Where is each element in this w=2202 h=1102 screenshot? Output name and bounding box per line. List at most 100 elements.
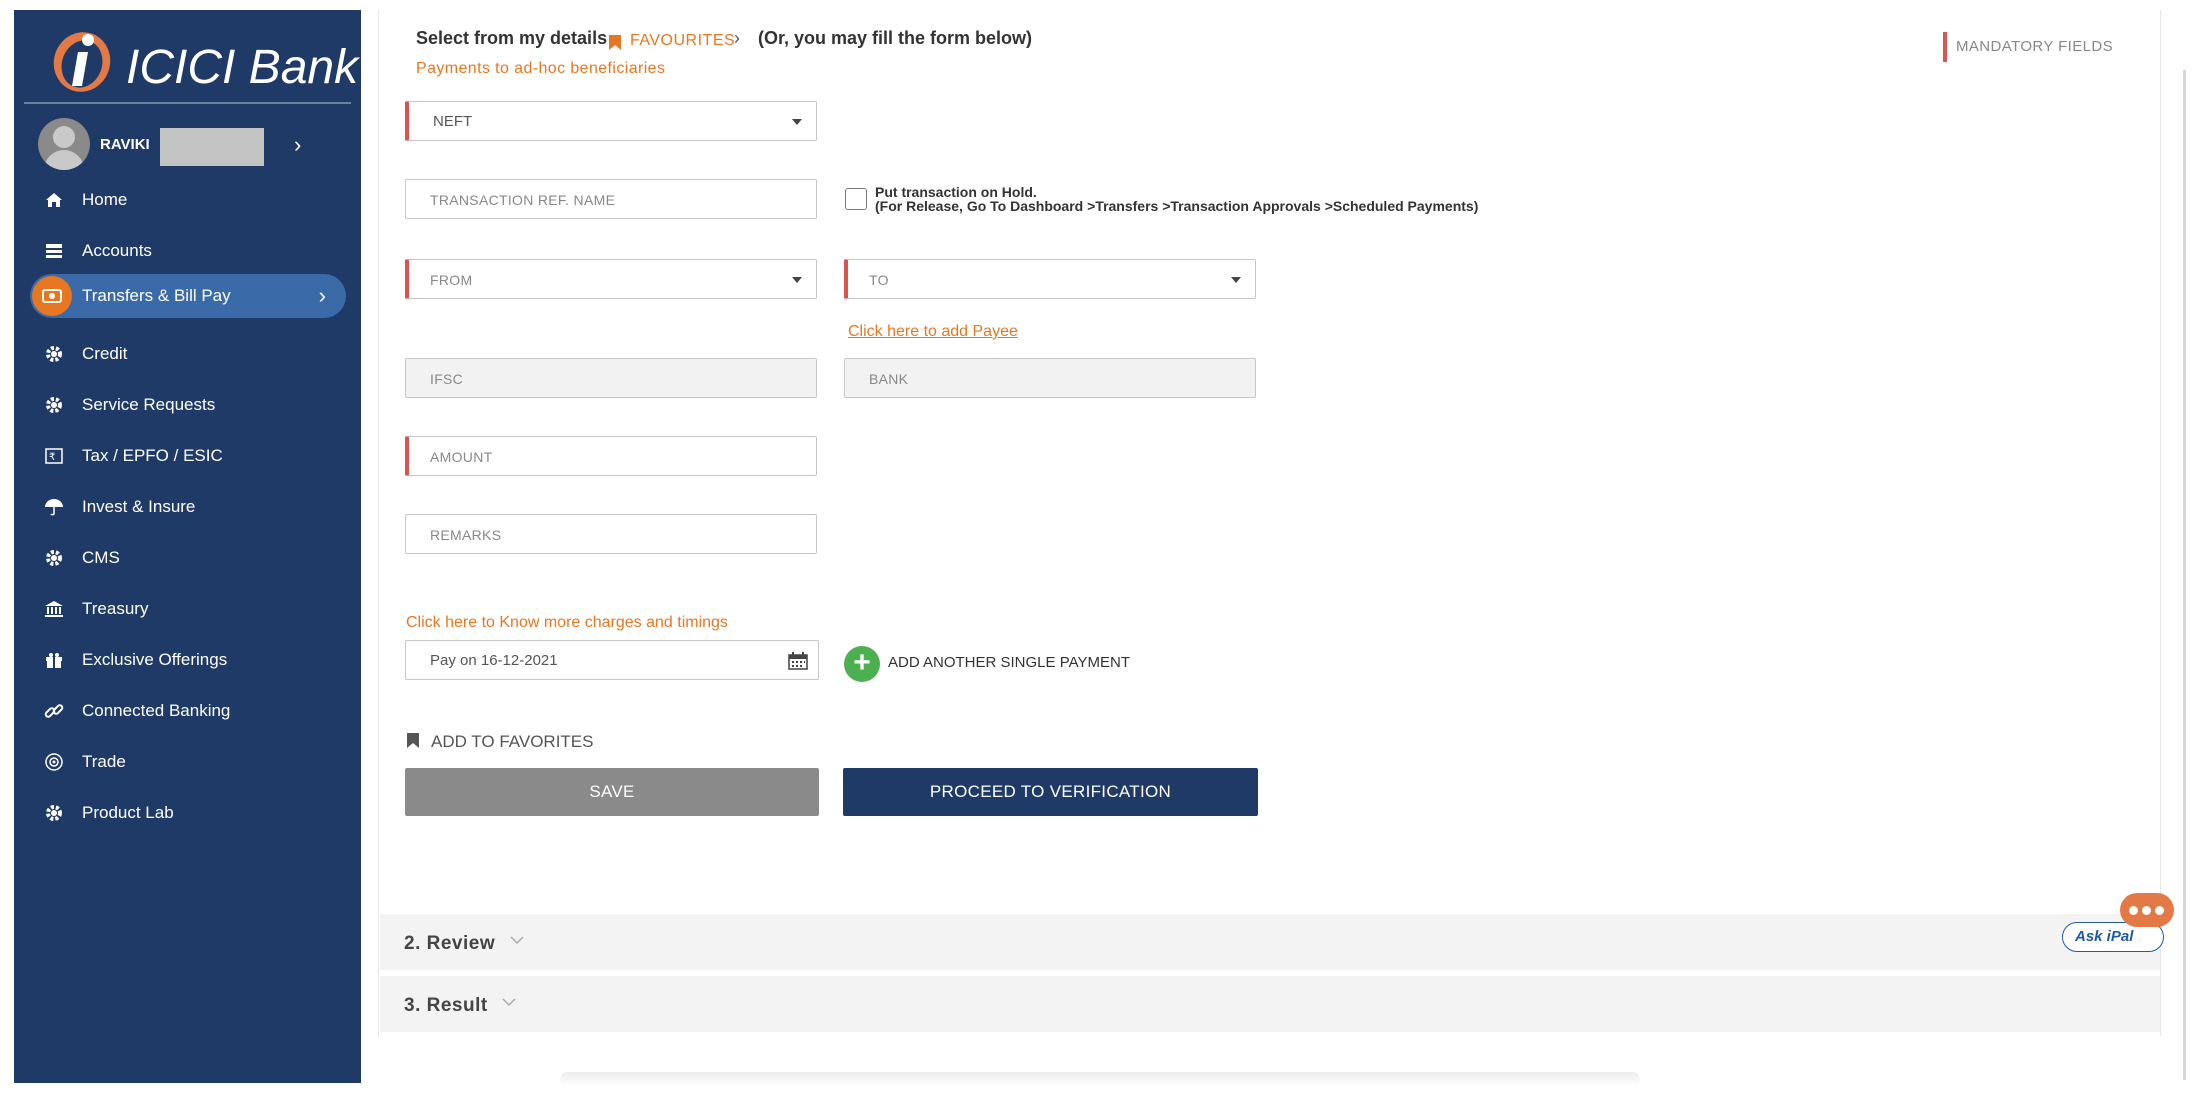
caret-down-icon xyxy=(792,119,802,125)
sidebar-item-label: Treasury xyxy=(82,599,149,618)
sidebar-item-label: Transfers & Bill Pay xyxy=(82,286,231,305)
placeholder: REMARKS xyxy=(430,527,502,543)
sidebar-item-cms[interactable]: CMS xyxy=(30,536,360,580)
transaction-ref-input[interactable]: TRANSACTION REF. NAME xyxy=(405,179,817,219)
step-review-label: 2. Review xyxy=(404,933,496,954)
sidebar-item-label: Home xyxy=(82,190,128,209)
ifsc-input: IFSC xyxy=(405,358,817,398)
sidebar-item-label: Trade xyxy=(82,752,126,771)
mandatory-fields-label: MANDATORY FIELDS xyxy=(1956,38,2113,55)
card-border xyxy=(2160,10,2161,1036)
chevron-down-icon xyxy=(502,998,516,1007)
sidebar-item-product-lab[interactable]: Product Lab xyxy=(30,791,360,835)
sidebar-item-label: Tax / EPFO / ESIC xyxy=(82,446,223,465)
step-result-label: 3. Result xyxy=(404,995,488,1016)
charges-timings-link[interactable]: Click here to Know more charges and timi… xyxy=(406,614,728,632)
umbrella-icon xyxy=(45,499,63,516)
sidebar-item-transfers[interactable]: Transfers & Bill Pay › xyxy=(30,274,346,318)
link-icon xyxy=(44,704,64,718)
logo-text: ICICI Bank xyxy=(126,41,359,94)
from-account-select[interactable]: FROM xyxy=(405,259,817,299)
avatar xyxy=(38,118,90,170)
gear-icon xyxy=(46,346,62,362)
gift-icon xyxy=(46,653,62,668)
caret-down-icon xyxy=(1231,277,1241,283)
user-name: RAVIKI xyxy=(100,136,150,153)
tax-icon: ₹ xyxy=(45,448,63,464)
fill-form-label: (Or, you may fill the form below) xyxy=(758,28,1033,48)
sidebar-item-label: Invest & Insure xyxy=(82,497,196,516)
sidebar-item-label: Product Lab xyxy=(82,803,174,822)
home-icon xyxy=(46,193,62,207)
bottom-shadow xyxy=(560,1072,1640,1086)
logo-divider xyxy=(24,102,351,104)
bookmark-icon xyxy=(407,733,419,748)
hold-transaction-checkbox[interactable] xyxy=(845,188,867,210)
card-border xyxy=(378,10,379,1036)
gear-icon xyxy=(46,550,62,566)
chat-bubble-icon[interactable] xyxy=(2120,893,2174,927)
sidebar-item-label: Service Requests xyxy=(82,395,216,414)
step-review[interactable]: 2. Review xyxy=(380,914,2160,970)
globe-icon xyxy=(45,753,63,771)
icici-logo-icon xyxy=(53,32,111,92)
bookmark-icon xyxy=(609,35,621,50)
sidebar-item-label: CMS xyxy=(82,548,120,567)
bank-building-icon xyxy=(45,601,63,617)
sidebar-item-tax[interactable]: ₹ Tax / EPFO / ESIC xyxy=(30,434,360,478)
svg-text:₹: ₹ xyxy=(49,452,55,463)
placeholder: TO xyxy=(869,272,889,288)
add-payee-link[interactable]: Click here to add Payee xyxy=(848,323,1018,341)
user-profile[interactable]: RAVIKI › xyxy=(38,114,348,176)
placeholder: TRANSACTION REF. NAME xyxy=(430,192,616,208)
calendar-icon[interactable] xyxy=(788,652,808,670)
step-result[interactable]: 3. Result xyxy=(380,976,2160,1032)
icici-logo[interactable]: ICICI Bank xyxy=(42,18,362,100)
chevron-right-icon: › xyxy=(318,283,326,308)
placeholder: BANK xyxy=(869,371,909,387)
adhoc-beneficiaries-link[interactable]: Payments to ad-hoc beneficiaries xyxy=(416,60,665,78)
add-to-favorites-link[interactable]: ADD TO FAVORITES xyxy=(431,732,593,752)
remarks-input[interactable]: REMARKS xyxy=(405,514,817,554)
sidebar-item-label: Connected Banking xyxy=(82,701,231,720)
pay-date-input[interactable]: Pay on 16-12-2021 xyxy=(405,640,819,680)
save-button[interactable]: SAVE xyxy=(405,768,819,816)
placeholder: AMOUNT xyxy=(430,449,493,465)
sidebar-item-connected-banking[interactable]: Connected Banking xyxy=(30,689,360,733)
payment-mode-value: NEFT xyxy=(433,113,473,130)
sidebar-item-accounts[interactable]: Accounts xyxy=(30,229,360,273)
sidebar-item-exclusive-offerings[interactable]: Exclusive Offerings xyxy=(30,638,360,682)
caret-down-icon xyxy=(792,277,802,283)
accounts-icon xyxy=(46,244,62,258)
to-payee-select[interactable]: TO xyxy=(844,259,1256,299)
sidebar-item-label: Accounts xyxy=(82,241,152,260)
sidebar-item-home[interactable]: Home xyxy=(30,178,360,222)
bank-input: BANK xyxy=(844,358,1256,398)
proceed-to-verification-button[interactable]: PROCEED TO VERIFICATION xyxy=(843,768,1258,816)
chevron-down-icon xyxy=(510,936,524,945)
sidebar: ICICI Bank RAVIKI › Home Accounts Transf… xyxy=(14,10,361,1083)
sidebar-item-credit[interactable]: Credit xyxy=(30,332,360,376)
favourites-link[interactable]: FAVOURITES xyxy=(630,32,735,50)
sidebar-item-invest[interactable]: Invest & Insure xyxy=(30,485,360,529)
add-another-payment-link[interactable]: ADD ANOTHER SINGLE PAYMENT xyxy=(888,654,1130,671)
placeholder: FROM xyxy=(430,272,473,288)
add-payment-plus-icon[interactable]: + xyxy=(844,646,880,682)
redacted-user-name xyxy=(160,128,264,166)
mandatory-indicator xyxy=(1943,32,1947,62)
hold-release-hint: (For Release, Go To Dashboard >Transfers… xyxy=(875,198,1479,214)
transfer-icon xyxy=(32,276,72,316)
chevron-right-icon[interactable]: › xyxy=(734,28,740,49)
sidebar-item-service-requests[interactable]: Service Requests xyxy=(30,383,360,427)
select-from-details-label: Select from my details xyxy=(416,28,608,48)
sidebar-item-treasury[interactable]: Treasury xyxy=(30,587,360,631)
ask-ipal-label: Ask iPal xyxy=(2075,928,2134,945)
pay-date-value: Pay on 16-12-2021 xyxy=(430,652,558,669)
sidebar-item-trade[interactable]: Trade xyxy=(30,740,360,784)
amount-input[interactable]: AMOUNT xyxy=(405,436,817,476)
chevron-right-icon[interactable]: › xyxy=(294,132,301,158)
payment-mode-select[interactable]: NEFT xyxy=(405,101,817,141)
gear-icon xyxy=(46,805,62,821)
placeholder: IFSC xyxy=(430,371,464,387)
scrollbar[interactable] xyxy=(2183,70,2186,1080)
